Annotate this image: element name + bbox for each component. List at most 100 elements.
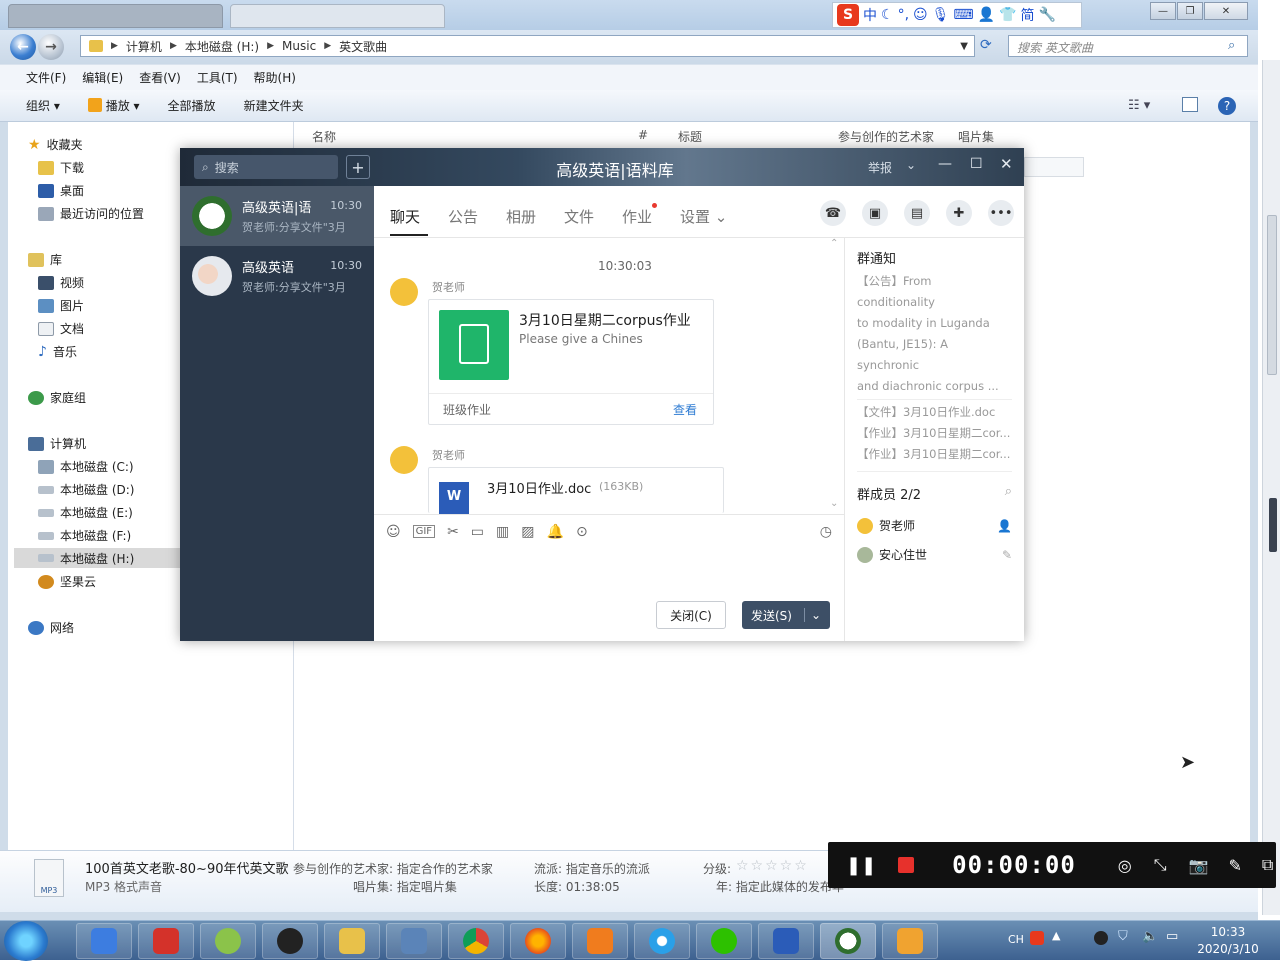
nav-favorites[interactable]: ★ 收藏夹 (28, 136, 83, 153)
member-search-icon[interactable]: ⌕ (1005, 484, 1012, 499)
taskbar-app-red[interactable] (138, 923, 194, 959)
taskbar-app-pdf[interactable] (572, 923, 628, 959)
close-chat-button[interactable]: 关闭(C) (656, 601, 726, 629)
column-album[interactable]: 唱片集 (958, 128, 994, 145)
menu-file[interactable]: 文件(F) (26, 69, 66, 86)
back-arrow-icon[interactable]: ← (10, 34, 36, 60)
image-icon[interactable]: ▨ (521, 524, 534, 540)
screenshot-icon[interactable]: ◎ (1118, 856, 1132, 875)
play-button[interactable]: 播放 ▾ (87, 97, 140, 114)
more-options-icon[interactable]: ⊙ (576, 524, 588, 540)
nav-drive-e[interactable]: 本地磁盘 (E:) (38, 504, 133, 521)
nav-computer[interactable]: 计算机 (28, 435, 86, 452)
report-button[interactable]: 举报 (868, 159, 892, 176)
shirt-icon[interactable]: 👕 (999, 7, 1016, 23)
folder-icon[interactable]: ▭ (471, 524, 484, 540)
taskbar-app-advanced-english[interactable] (820, 923, 876, 959)
notice-homework-item[interactable]: 【作业】3月10日星期二cor... (857, 444, 1012, 465)
help-icon[interactable]: ? (1218, 97, 1236, 115)
search-input[interactable]: 搜索 英文歌曲 (1008, 35, 1248, 57)
member-item[interactable]: 贺老师 👤 (857, 517, 1012, 534)
mic-icon[interactable]: 🎙 (932, 7, 950, 23)
volume-icon[interactable]: 🔈 (1142, 929, 1158, 944)
keyboard-icon[interactable]: ⌨ (953, 7, 973, 23)
smile-icon[interactable]: ☺ (913, 7, 928, 23)
bell-icon[interactable]: 🔔 (547, 524, 564, 540)
more-icon[interactable]: ••• (988, 200, 1014, 226)
user-icon[interactable]: 👤 (978, 7, 995, 23)
taskbar-app-player[interactable] (882, 923, 938, 959)
edit-pencil-icon[interactable]: ✎ (1002, 548, 1012, 562)
details-album[interactable]: 唱片集: 指定唱片集 (353, 878, 457, 895)
message-input[interactable] (374, 548, 844, 598)
taskbar-app-chrome[interactable] (448, 923, 504, 959)
details-year[interactable]: 年: 指定此媒体的发布年 (716, 878, 844, 895)
maximize-button[interactable]: ❐ (1177, 2, 1203, 20)
tab-album[interactable]: 相册 (506, 206, 536, 227)
ime-simplified[interactable]: 简 (1021, 5, 1035, 25)
moon-icon[interactable]: ☾ (881, 7, 894, 23)
start-button-icon[interactable] (4, 921, 48, 961)
scrollbar-thumb[interactable] (1267, 215, 1277, 375)
column-artists[interactable]: 参与创作的艺术家 (838, 128, 934, 145)
pen-icon[interactable]: ✎ (1228, 856, 1241, 875)
notice-homework-item[interactable]: 【作业】3月10日星期二cor... (857, 423, 1012, 444)
file-row-fragment[interactable] (1024, 157, 1084, 177)
menu-edit[interactable]: 编辑(E) (82, 69, 123, 86)
address-bar[interactable]: ▶ 计算机 ▶ 本地磁盘 (H:) ▶ Music ▶ 英文歌曲 ▼ (80, 35, 975, 57)
minimize-button[interactable]: — (1150, 2, 1176, 20)
nav-music[interactable]: ♪ 音乐 (38, 343, 77, 360)
scrollbar-marker[interactable] (1269, 498, 1277, 552)
close-button[interactable]: ✕ (1204, 2, 1248, 20)
menu-help[interactable]: 帮助(H) (254, 69, 296, 86)
document-icon[interactable]: ▥ (496, 524, 509, 540)
column-title[interactable]: 标题 (678, 128, 702, 145)
browser-tab-2[interactable] (230, 4, 445, 28)
nav-drive-f[interactable]: 本地磁盘 (F:) (38, 527, 131, 544)
breadcrumb-drive-h[interactable]: 本地磁盘 (H:) (185, 38, 259, 55)
nav-documents[interactable]: 文档 (38, 320, 84, 337)
taskbar-app-baidu[interactable] (76, 923, 132, 959)
nav-downloads[interactable]: 下载 (38, 159, 84, 176)
dropdown-arrow-icon[interactable]: ▼ (960, 41, 968, 52)
tab-announcements[interactable]: 公告 (448, 206, 478, 227)
pause-icon[interactable]: ❚❚ (846, 855, 876, 876)
details-artists[interactable]: 参与创作的艺术家: 指定合作的艺术家 (293, 860, 493, 877)
preview-pane-icon[interactable] (1182, 97, 1198, 112)
history-icon[interactable]: ◷ (820, 524, 832, 540)
nav-libraries[interactable]: 库 (28, 251, 62, 268)
breadcrumb-english-songs[interactable]: 英文歌曲 (339, 38, 387, 55)
classroom-icon[interactable]: ▤ (904, 200, 930, 226)
refresh-icon[interactable]: ⟳ (980, 37, 992, 53)
search-icon[interactable]: ⌕ (1228, 38, 1235, 53)
nav-network[interactable]: 网络 (28, 619, 74, 636)
taskbar-app-wechat[interactable] (696, 923, 752, 959)
punct-icon[interactable]: °, (898, 7, 909, 23)
play-all-button[interactable]: 全部播放 (168, 97, 216, 114)
input-language[interactable]: CH (1008, 933, 1024, 946)
member-item[interactable]: 安心住世 ✎ (857, 546, 1012, 563)
notice-file-item[interactable]: 【文件】3月10日作业.doc (857, 402, 1012, 423)
add-button[interactable]: + (346, 155, 370, 179)
taskbar-app-parrot[interactable] (200, 923, 256, 959)
chevron-down-icon[interactable]: ⌄ (906, 158, 916, 172)
collapse-up-icon[interactable]: ⌃ (830, 238, 838, 249)
nav-drive-d[interactable]: 本地磁盘 (D:) (38, 481, 134, 498)
new-folder-button[interactable]: 新建文件夹 (244, 97, 304, 114)
add-app-icon[interactable]: ✚ (946, 200, 972, 226)
tray-arrow-icon[interactable]: ▲ (1052, 929, 1060, 942)
notice-line[interactable]: (Bantu, JE15): A synchronic (857, 334, 1012, 376)
gif-icon[interactable]: GIF (412, 525, 436, 538)
nav-pictures[interactable]: 图片 (38, 297, 84, 314)
taskbar-app-word[interactable] (758, 923, 814, 959)
details-genre[interactable]: 流派: 指定音乐的流派 (534, 860, 650, 877)
taskbar-app-explorer[interactable] (324, 923, 380, 959)
video-call-icon[interactable]: ▣ (862, 200, 888, 226)
notice-line[interactable]: and diachronic corpus ... (857, 376, 1012, 400)
clock-time[interactable]: 10:33 (1198, 925, 1258, 939)
nav-videos[interactable]: 视频 (38, 274, 84, 291)
qq-tray-icon[interactable] (1094, 931, 1108, 945)
emoji-icon[interactable]: ☺ (386, 524, 401, 540)
view-link[interactable]: 查看 (673, 401, 697, 418)
taskbar-app-qq[interactable] (262, 923, 318, 959)
